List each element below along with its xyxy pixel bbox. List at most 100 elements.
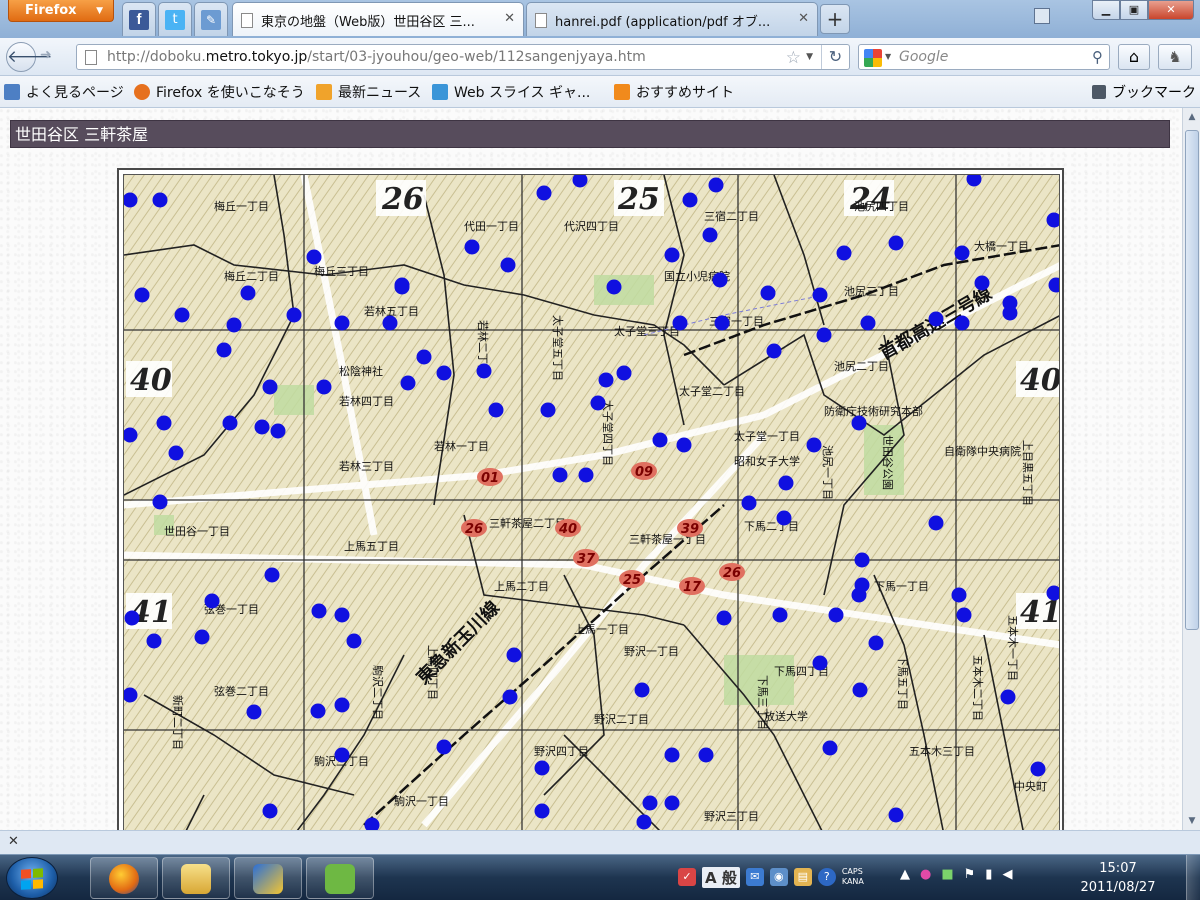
safely-remove-icon[interactable]: ■ (941, 867, 953, 882)
tab-tokyo-jiban[interactable]: 東京の地盤（Web版）世田谷区 三... ✕ (232, 2, 524, 36)
boring-point[interactable] (741, 495, 757, 511)
pinned-tab-facebook[interactable]: f (122, 2, 156, 36)
volume-icon[interactable]: ◀ (1002, 867, 1012, 882)
ime-dict-icon[interactable]: ◉ (769, 868, 788, 886)
bookmark-item[interactable]: よく見るページ (4, 82, 124, 102)
boring-point[interactable] (606, 279, 622, 295)
boring-point[interactable] (812, 655, 828, 671)
boring-point[interactable] (854, 552, 870, 568)
boring-point[interactable] (852, 682, 868, 698)
boring-point[interactable] (812, 287, 828, 303)
boring-point[interactable] (394, 279, 410, 295)
tab-groups-icon[interactable] (1034, 8, 1050, 24)
bookmarks-menu-button[interactable]: ブックマーク (1092, 82, 1196, 102)
close-icon[interactable]: ✕ (798, 11, 809, 26)
window-close-button[interactable]: ✕ (1148, 0, 1194, 20)
boring-point[interactable] (1030, 761, 1046, 777)
taskbar-explorer[interactable] (162, 857, 230, 899)
boring-point[interactable] (1000, 689, 1016, 705)
boring-point[interactable] (578, 467, 594, 483)
scroll-up-arrow-icon[interactable]: ▲ (1183, 108, 1200, 126)
ime-mode-indicator[interactable]: A 般 (702, 866, 740, 888)
boring-point[interactable] (194, 629, 210, 645)
ime-tool-icon[interactable]: ✓ (678, 868, 696, 886)
search-box[interactable]: ▼ Google ⚲ (858, 44, 1110, 70)
bookmark-item[interactable]: おすすめサイト (614, 82, 734, 102)
boring-point[interactable] (951, 587, 967, 603)
boring-point[interactable] (928, 311, 944, 327)
boring-point[interactable] (778, 475, 794, 491)
boring-point[interactable] (634, 682, 650, 698)
bookmark-item[interactable]: Firefox を使いこなそう (134, 82, 305, 102)
boring-point[interactable] (264, 567, 280, 583)
start-button[interactable] (6, 857, 58, 899)
boring-point[interactable] (708, 177, 724, 193)
boring-point[interactable] (262, 379, 278, 395)
pinned-tab-editor[interactable]: ✎ (194, 2, 228, 36)
boring-point[interactable] (502, 689, 518, 705)
boring-point[interactable] (334, 747, 350, 763)
show-hidden-icons-icon[interactable]: ▲ (900, 867, 910, 882)
boring-point[interactable] (598, 372, 614, 388)
boring-point[interactable] (766, 343, 782, 359)
boring-point[interactable] (306, 249, 322, 265)
maximize-button[interactable]: ▣ (1120, 0, 1148, 20)
boring-point[interactable] (216, 342, 232, 358)
scroll-down-arrow-icon[interactable]: ▼ (1183, 812, 1200, 830)
boring-point[interactable] (590, 395, 606, 411)
boring-point[interactable] (664, 747, 680, 763)
taskbar-firefox[interactable] (90, 857, 158, 899)
firefox-menu-button[interactable]: Firefox ▼ (8, 0, 114, 22)
boring-point[interactable] (254, 419, 270, 435)
boring-point[interactable] (851, 415, 867, 431)
boring-point[interactable] (552, 467, 568, 483)
boring-point[interactable] (776, 510, 792, 526)
boring-point[interactable] (311, 603, 327, 619)
show-desktop-button[interactable] (1186, 855, 1200, 900)
boring-point[interactable] (822, 740, 838, 756)
boring-point[interactable] (854, 577, 870, 593)
boring-point[interactable] (334, 315, 350, 331)
highlighted-boring[interactable]: 37 (573, 549, 599, 567)
boring-point[interactable] (928, 515, 944, 531)
boring-point[interactable] (712, 272, 728, 288)
url-text[interactable]: http://doboku.metro.tokyo.jp/start/03-jy… (107, 49, 646, 65)
boring-point[interactable] (240, 285, 256, 301)
boring-point[interactable] (888, 235, 904, 251)
boring-point[interactable] (760, 285, 776, 301)
boring-point[interactable] (540, 402, 556, 418)
geology-map[interactable]: 26 25 24 40 41 40 41 梅丘一丁目 代田一丁目 代沢四丁目 三宿二丁… (123, 174, 1060, 830)
forward-button[interactable]: ➜ (40, 47, 52, 63)
boring-point[interactable] (262, 803, 278, 819)
close-icon[interactable]: ✕ (8, 834, 19, 849)
boring-point[interactable] (536, 185, 552, 201)
reload-button[interactable]: ↻ (821, 45, 849, 69)
highlighted-boring[interactable]: 01 (477, 468, 503, 486)
highlighted-boring[interactable]: 39 (677, 519, 703, 537)
evernote-button[interactable]: ♞ (1158, 44, 1192, 70)
boring-point[interactable] (270, 423, 286, 439)
home-button[interactable]: ⌂ (1118, 44, 1150, 70)
scrollbar-thumb[interactable] (1185, 130, 1199, 630)
address-bar[interactable]: http://doboku.metro.tokyo.jp/start/03-jy… (76, 44, 850, 70)
boring-point[interactable] (772, 607, 788, 623)
boring-point[interactable] (152, 192, 168, 208)
taskbar-evernote[interactable] (306, 857, 374, 899)
boring-point[interactable] (652, 432, 668, 448)
search-icon[interactable]: ⚲ (1092, 48, 1103, 66)
boring-point[interactable] (146, 633, 162, 649)
boring-point[interactable] (816, 327, 832, 343)
vertical-scrollbar[interactable]: ▲ ▼ (1182, 108, 1200, 830)
taskbar-app[interactable] (234, 857, 302, 899)
boring-point[interactable] (334, 607, 350, 623)
boring-point[interactable] (636, 814, 652, 830)
bookmark-item[interactable]: 最新ニュース (316, 82, 421, 102)
boring-point[interactable] (246, 704, 262, 720)
boring-point[interactable] (702, 227, 718, 243)
tab-hanrei-pdf[interactable]: hanrei.pdf (application/pdf オブ... ✕ (526, 2, 818, 36)
boring-point[interactable] (534, 803, 550, 819)
boring-point[interactable] (124, 610, 140, 626)
chevron-down-icon[interactable]: ▼ (885, 52, 891, 61)
bookmark-item[interactable]: Web スライス ギャ... (432, 82, 590, 102)
boring-point[interactable] (174, 307, 190, 323)
